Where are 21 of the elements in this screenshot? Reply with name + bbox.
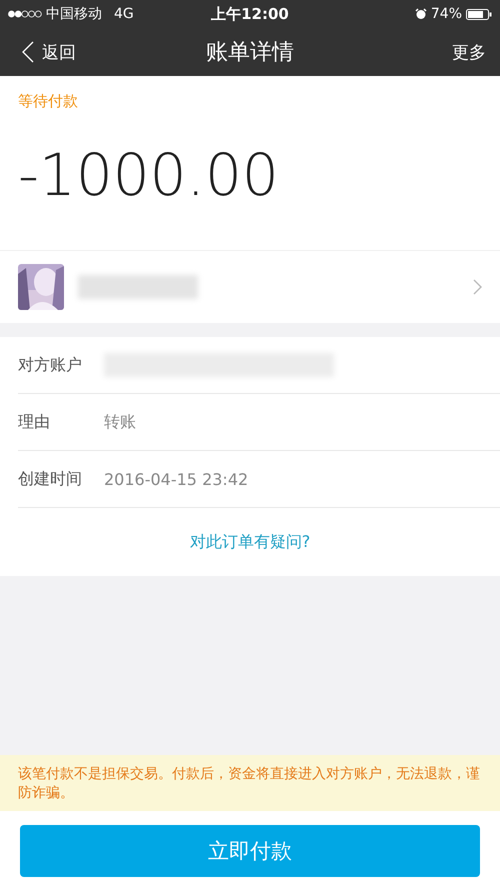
detail-value: 转账: [104, 412, 136, 432]
page-title: 账单详情: [206, 39, 294, 67]
warning-banner: 该笔付款不是担保交易。付款后，资金将直接进入对方账户，无法退款，谨防诈骗。: [0, 755, 500, 811]
status-time: 上午12:00: [211, 4, 289, 24]
battery-icon: [466, 8, 492, 20]
merchant-row[interactable]: [0, 250, 500, 323]
carrier-name: 中国移动: [46, 5, 102, 23]
network-type: 4G: [114, 6, 134, 22]
alarm-icon: [414, 8, 427, 20]
chevron-right-icon: [473, 279, 482, 295]
detail-value: 2016-04-15 23:42: [104, 470, 248, 488]
detail-label: 对方账户: [18, 354, 83, 376]
detail-label: 创建时间: [18, 468, 83, 490]
detail-label: 理由: [18, 412, 51, 432]
payment-status: 等待付款: [18, 92, 79, 111]
amount: -1000.00: [18, 141, 280, 209]
battery-percent: 74%: [430, 6, 462, 22]
back-button[interactable]: 返回: [22, 40, 76, 64]
back-icon: [22, 41, 34, 63]
more-button[interactable]: 更多: [452, 40, 486, 64]
signal-icon: [8, 10, 42, 18]
